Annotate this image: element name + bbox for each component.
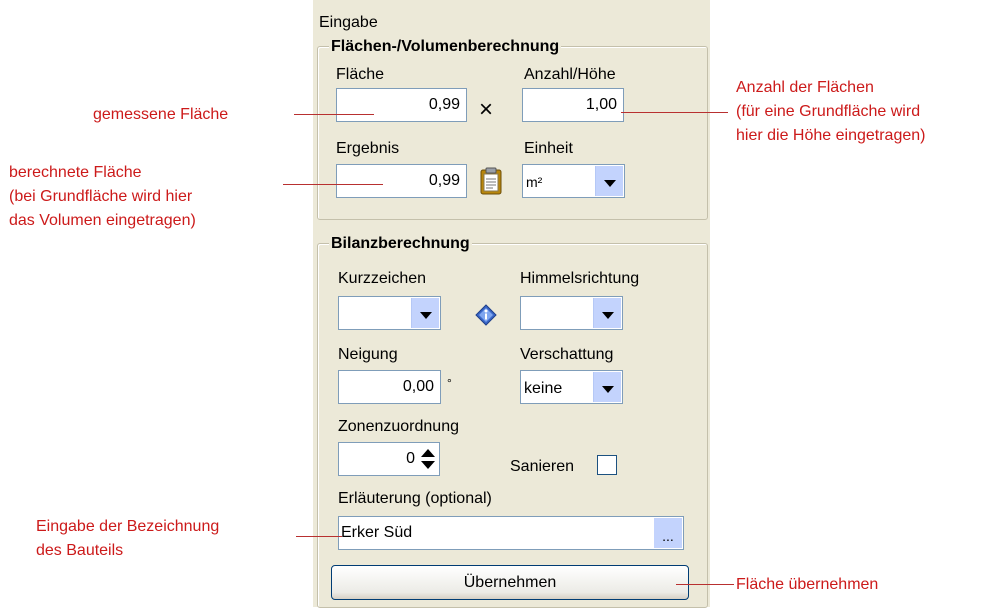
- einheit-select-value: m²: [526, 174, 543, 190]
- neigung-unit: °: [447, 376, 452, 390]
- verschattung-select-value: keine: [524, 380, 563, 397]
- chevron-down-icon[interactable]: [593, 372, 621, 402]
- erlaeuterung-field[interactable]: Erker Süd ...: [338, 516, 684, 550]
- erlaeuterung-label: Erläuterung (optional): [338, 490, 492, 507]
- verschattung-label: Verschattung: [520, 346, 614, 363]
- zonenzuordnung-value: 0: [406, 450, 415, 467]
- ergebnis-label: Ergebnis: [336, 140, 400, 157]
- chevron-down-icon[interactable]: [593, 298, 621, 328]
- kurzzeichen-select[interactable]: [338, 296, 441, 330]
- area-volume-group-legend: Flächen-/Volumenberechnung: [329, 38, 562, 56]
- multiply-symbol: ×: [479, 96, 494, 123]
- einheit-select[interactable]: m²: [522, 164, 625, 198]
- spinner-arrows-icon[interactable]: [420, 448, 436, 470]
- einheit-label: Einheit: [524, 140, 573, 157]
- annotation-gemessene-flaeche: gemessene Fläche: [93, 106, 229, 123]
- chevron-down-icon[interactable]: [411, 298, 439, 328]
- info-diamond-icon[interactable]: [475, 304, 497, 326]
- annotation-anzahl-1: Anzahl der Flächen: [736, 79, 874, 96]
- annotation-anzahl-2: (für eine Grundfläche wird: [736, 103, 921, 120]
- leader-line-anzahl: [621, 112, 728, 113]
- leader-line-berechnete: [283, 184, 383, 185]
- annotation-eingabe-1: Eingabe der Bezeichnung: [36, 518, 220, 535]
- leader-line-uebernehmen: [676, 584, 734, 585]
- ellipsis-button[interactable]: ...: [654, 518, 682, 548]
- verschattung-select[interactable]: keine: [520, 370, 623, 404]
- flaeche-field[interactable]: 0,99: [336, 88, 467, 122]
- ergebnis-field: 0,99: [336, 164, 467, 198]
- neigung-field[interactable]: 0,00: [338, 370, 441, 404]
- annotation-anzahl-3: hier die Höhe eingetragen): [736, 127, 926, 144]
- himmelsrichtung-label: Himmelsrichtung: [520, 270, 640, 287]
- leader-line-eingabe: [296, 536, 342, 537]
- submit-button-label: Übernehmen: [463, 574, 557, 591]
- sanieren-label: Sanieren: [510, 458, 575, 475]
- panel-title: Eingabe: [319, 14, 378, 31]
- zonenzuordnung-label: Zonenzuordnung: [338, 418, 459, 435]
- annotation-eingabe-2: des Bauteils: [36, 542, 124, 559]
- annotation-berechnete-flaeche-2: (bei Grundfläche wird hier: [9, 188, 193, 205]
- submit-button[interactable]: Übernehmen: [331, 565, 689, 600]
- chevron-down-icon[interactable]: [595, 166, 623, 196]
- neigung-label: Neigung: [338, 346, 398, 363]
- annotation-berechnete-flaeche-1: berechnete Fläche: [9, 164, 142, 181]
- annotation-berechnete-flaeche-3: das Volumen eingetragen): [9, 212, 196, 229]
- flaeche-label: Fläche: [336, 66, 385, 83]
- clipboard-icon[interactable]: [480, 167, 502, 195]
- leader-line-gemessene: [294, 114, 374, 115]
- anzahl-hoehe-field[interactable]: 1,00: [522, 88, 624, 122]
- balance-group-legend: Bilanzberechnung: [329, 235, 472, 253]
- kurzzeichen-label: Kurzzeichen: [338, 270, 427, 287]
- erlaeuterung-value: Erker Süd: [341, 524, 413, 541]
- himmelsrichtung-select[interactable]: [520, 296, 623, 330]
- annotation-uebernehmen: Fläche übernehmen: [736, 576, 879, 593]
- anzahl-hoehe-label: Anzahl/Höhe: [524, 66, 616, 83]
- sanieren-checkbox[interactable]: [597, 455, 617, 475]
- zonenzuordnung-stepper[interactable]: 0: [338, 442, 440, 476]
